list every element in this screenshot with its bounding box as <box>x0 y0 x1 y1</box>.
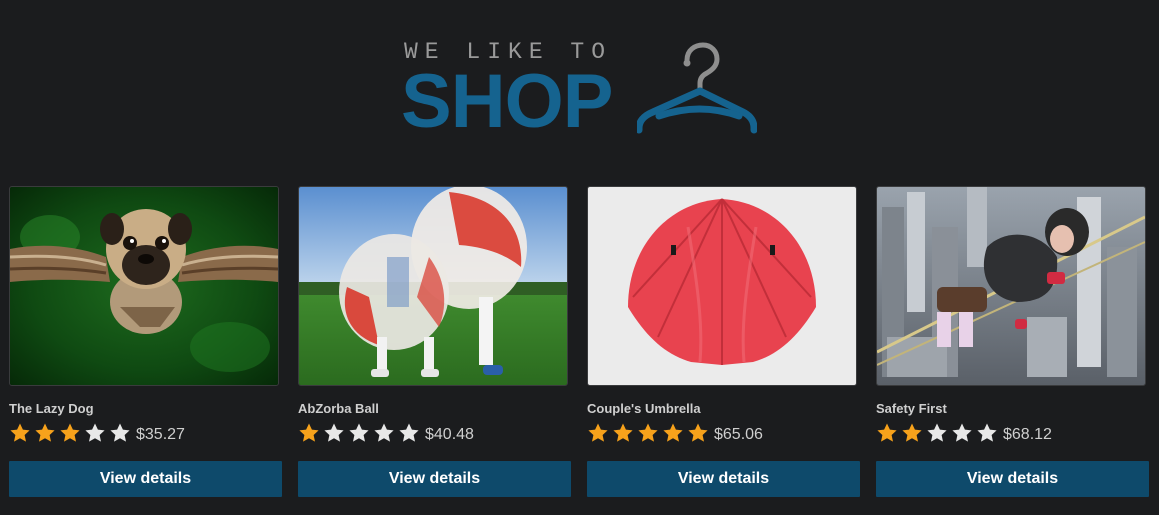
product-price: $65.06 <box>714 426 763 443</box>
star-empty-icon <box>977 423 997 442</box>
view-details-button[interactable]: View details <box>9 461 282 497</box>
star-filled-icon <box>588 423 608 442</box>
product-grid: The Lazy Dog $35.27 View details AbZorba… <box>9 186 1150 498</box>
star-empty-icon <box>110 423 130 442</box>
product-image[interactable] <box>9 186 279 386</box>
product-name[interactable]: Safety First <box>876 401 947 416</box>
flying-pug-photo <box>10 187 278 385</box>
product-rating: $68.12 <box>876 421 1052 445</box>
red-umbrella-photo <box>588 187 856 385</box>
star-empty-icon <box>374 423 394 442</box>
product-card: Couple's Umbrella $65.06 View details <box>587 186 861 498</box>
product-image[interactable] <box>587 186 857 386</box>
tightrope-city-photo <box>877 187 1145 385</box>
star-filled-icon <box>10 423 30 442</box>
product-image[interactable] <box>876 186 1146 386</box>
view-details-button[interactable]: View details <box>587 461 860 497</box>
hanger-icon <box>637 42 757 134</box>
star-filled-icon <box>299 423 319 442</box>
star-empty-icon <box>399 423 419 442</box>
star-empty-icon <box>952 423 972 442</box>
product-name[interactable]: The Lazy Dog <box>9 401 94 416</box>
star-empty-icon <box>85 423 105 442</box>
star-filled-icon <box>902 423 922 442</box>
product-name[interactable]: Couple's Umbrella <box>587 401 701 416</box>
product-price: $40.48 <box>425 426 474 443</box>
view-details-button[interactable]: View details <box>298 461 571 497</box>
product-rating: $40.48 <box>298 421 474 445</box>
product-rating: $35.27 <box>9 421 185 445</box>
logo-title: SHOP <box>401 59 613 144</box>
star-filled-icon <box>688 423 708 442</box>
star-filled-icon <box>613 423 633 442</box>
star-filled-icon <box>60 423 80 442</box>
view-details-button[interactable]: View details <box>876 461 1149 497</box>
product-card: AbZorba Ball $40.48 View details <box>298 186 572 498</box>
product-price: $35.27 <box>136 426 185 443</box>
product-card: Safety First $68.12 View details <box>876 186 1150 498</box>
star-empty-icon <box>927 423 947 442</box>
shop-logo: WE LIKE TO SHOP <box>401 38 763 144</box>
star-empty-icon <box>324 423 344 442</box>
star-filled-icon <box>877 423 897 442</box>
shop-page: WE LIKE TO SHOP The Lazy Dog $35.27 View… <box>0 0 1159 515</box>
bubble-soccer-photo <box>299 187 567 385</box>
star-filled-icon <box>35 423 55 442</box>
product-price: $68.12 <box>1003 426 1052 443</box>
product-card: The Lazy Dog $35.27 View details <box>9 186 283 498</box>
star-filled-icon <box>663 423 683 442</box>
product-name[interactable]: AbZorba Ball <box>298 401 379 416</box>
product-image[interactable] <box>298 186 568 386</box>
star-empty-icon <box>349 423 369 442</box>
product-rating: $65.06 <box>587 421 763 445</box>
star-filled-icon <box>638 423 658 442</box>
